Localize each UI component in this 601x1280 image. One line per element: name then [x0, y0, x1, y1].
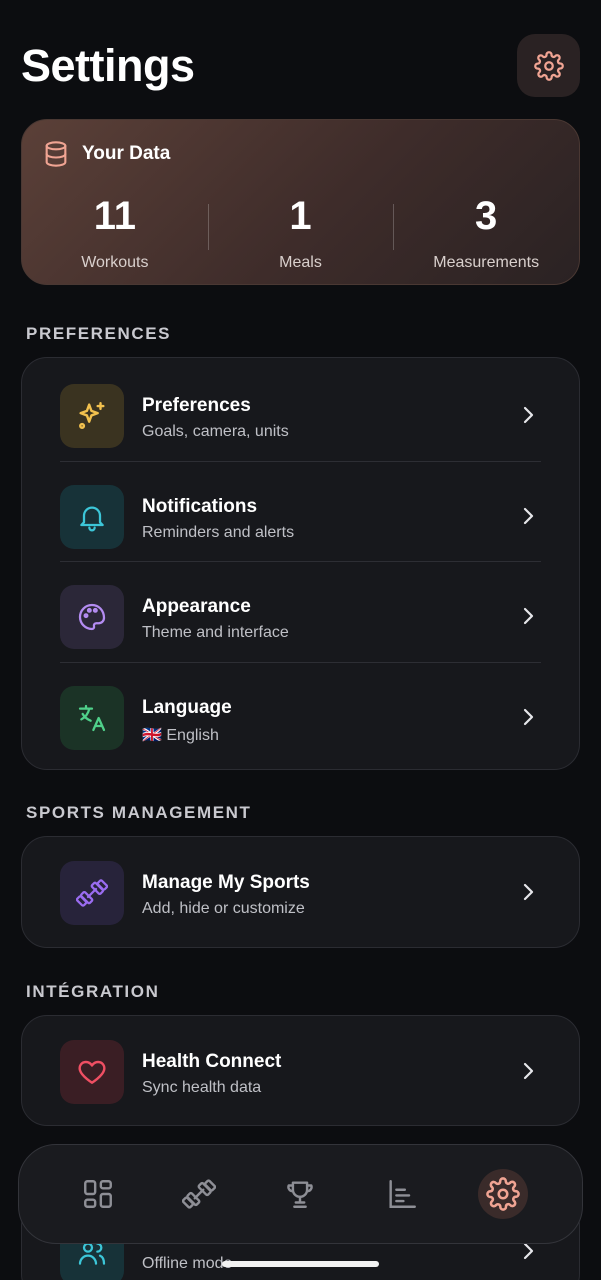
- row-title: Language: [142, 696, 232, 718]
- row-icon-box: [60, 1040, 124, 1104]
- home-indicator[interactable]: [222, 1261, 379, 1267]
- settings-row-preferences[interactable]: Preferences Goals, camera, units: [22, 361, 579, 462]
- row-subtitle: 🇬🇧 English: [142, 726, 219, 744]
- palette-icon: [78, 603, 106, 631]
- row-icon-box: [60, 384, 124, 448]
- row-title: Health Connect: [142, 1051, 282, 1072]
- row-title: Preferences: [142, 395, 251, 416]
- stat-workouts: 11 Workouts: [22, 194, 208, 272]
- page-title: Settings: [21, 40, 195, 91]
- section-title-sports: SPORTS MANAGEMENT: [26, 803, 252, 822]
- row-subtitle: Reminders and alerts: [142, 523, 295, 541]
- settings-row-appearance[interactable]: Appearance Theme and interface: [22, 562, 579, 663]
- row-subtitle: Theme and interface: [142, 624, 289, 641]
- row-title: Notifications: [142, 495, 258, 517]
- section-title-preferences: PREFERENCES: [26, 324, 172, 343]
- settings-row-health-connect[interactable]: Health Connect Sync health data: [22, 1017, 579, 1118]
- stat-meals: 1 Meals: [207, 194, 394, 272]
- row-icon-box: [60, 484, 124, 549]
- row-subtitle: Goals, camera, units: [142, 423, 289, 440]
- row-icon-box: [60, 585, 124, 649]
- nav-workouts[interactable]: [174, 1169, 224, 1219]
- bell-icon: [80, 506, 104, 531]
- chevron-right-icon: [523, 507, 534, 524]
- row-subtitle: Add, hide or customize: [142, 900, 305, 917]
- chevron-right-icon: [523, 1242, 534, 1260]
- settings-button[interactable]: [517, 34, 580, 97]
- your-data-card: Your Data 11 Workouts 1 Meals 3 Measurem…: [21, 119, 580, 285]
- integration-card: Health Connect Sync health data: [21, 1015, 580, 1126]
- settings-row-manage-sports[interactable]: Manage My Sports Add, hide or customize: [22, 838, 579, 939]
- bottom-nav: [18, 1144, 583, 1244]
- stat-measurements: 3 Measurements: [393, 194, 579, 272]
- nav-stats[interactable]: [377, 1169, 427, 1219]
- stat-label: Meals: [279, 254, 322, 271]
- translate-icon: [78, 704, 106, 731]
- chevron-right-icon: [523, 1062, 534, 1080]
- row-title: Manage My Sports: [142, 872, 310, 893]
- nav-achievements[interactable]: [275, 1169, 325, 1219]
- chevron-right-icon: [523, 607, 534, 625]
- your-data-title: Your Data: [82, 143, 171, 164]
- nav-settings[interactable]: [478, 1169, 529, 1219]
- database-icon: [45, 141, 67, 167]
- row-subtitle: Offline mode: [142, 1255, 233, 1272]
- settings-row-language[interactable]: Language 🇬🇧 English: [22, 663, 579, 764]
- sports-card: Manage My Sports Add, hide or customize: [21, 836, 580, 948]
- preferences-card: Preferences Goals, camera, units Notific…: [21, 357, 580, 770]
- row-title: Appearance: [142, 596, 251, 617]
- dumbbell-icon: [182, 1179, 217, 1209]
- row-subtitle: Sync health data: [142, 1079, 262, 1096]
- chart-icon: [389, 1180, 416, 1208]
- gear-icon: [486, 1177, 521, 1211]
- chevron-right-icon: [523, 406, 534, 424]
- stat-label: Measurements: [433, 254, 540, 271]
- row-icon-box: [60, 861, 124, 925]
- stat-label: Workouts: [81, 254, 149, 271]
- stat-value: 3: [475, 194, 498, 238]
- settings-row-notifications[interactable]: Notifications Reminders and alerts: [22, 462, 579, 562]
- dashboard-icon: [83, 1180, 112, 1208]
- dumbbell-icon: [76, 879, 108, 907]
- heart-icon: [78, 1060, 106, 1084]
- gear-icon: [533, 50, 564, 81]
- row-icon-box: [60, 685, 124, 750]
- stat-value: 1: [289, 194, 312, 238]
- nav-dashboard[interactable]: [73, 1169, 123, 1219]
- sparkles-icon: [79, 402, 105, 429]
- chevron-right-icon: [523, 883, 534, 901]
- section-title-integration: INTÉGRATION: [26, 982, 160, 1001]
- trophy-icon: [287, 1181, 314, 1208]
- chevron-right-icon: [523, 708, 534, 725]
- stat-value: 11: [93, 194, 136, 238]
